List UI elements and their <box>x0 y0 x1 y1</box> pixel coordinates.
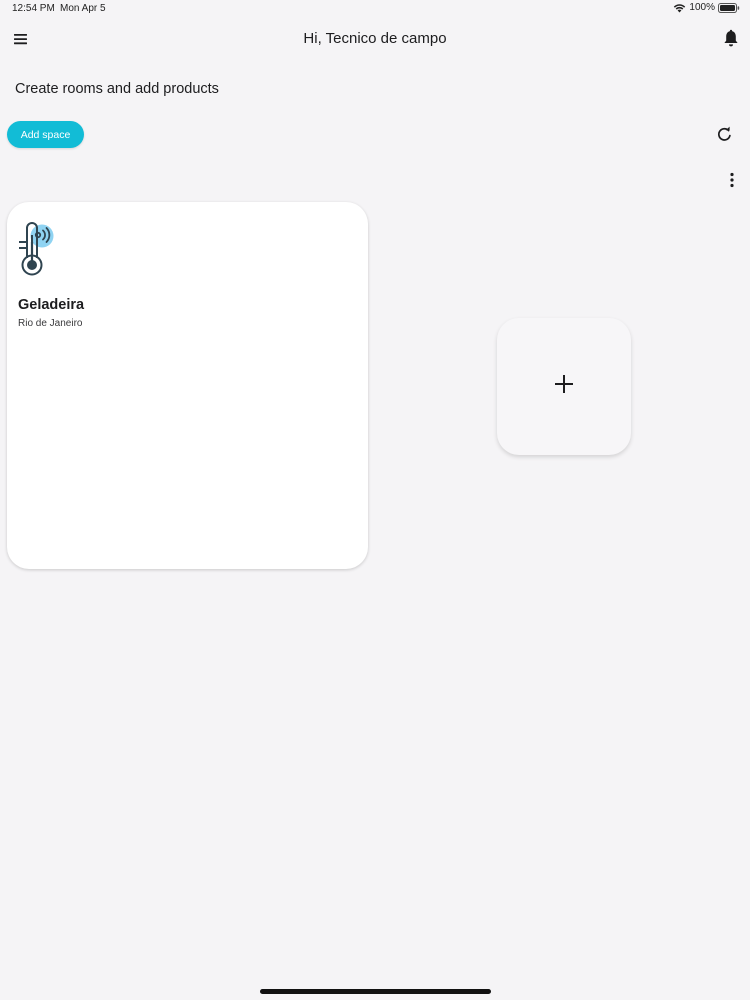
status-date: Mon Apr 5 <box>60 3 106 14</box>
battery-percent: 100% <box>689 2 715 13</box>
add-space-card[interactable] <box>497 318 631 455</box>
wifi-icon <box>673 3 686 13</box>
thermometer-wireless-icon <box>17 220 57 276</box>
plus-icon <box>553 373 575 400</box>
space-card[interactable]: Geladeira Rio de Janeiro <box>7 202 368 569</box>
page-subtitle: Create rooms and add products <box>15 81 219 97</box>
bell-icon[interactable] <box>722 29 740 49</box>
page-title: Hi, Tecnico de campo <box>303 30 447 47</box>
app-header: Hi, Tecnico de campo <box>0 22 750 56</box>
home-indicator <box>260 989 491 994</box>
status-bar: 12:54 PM Mon Apr 5 100% <box>0 0 750 18</box>
more-vertical-icon[interactable] <box>726 172 738 188</box>
status-time: 12:54 PM <box>12 3 55 14</box>
space-location: Rio de Janeiro <box>18 318 83 329</box>
battery-icon <box>718 2 740 13</box>
add-space-button[interactable]: Add space <box>7 121 84 148</box>
status-right: 100% <box>673 2 740 13</box>
refresh-icon[interactable] <box>716 126 733 143</box>
space-name: Geladeira <box>18 297 85 313</box>
